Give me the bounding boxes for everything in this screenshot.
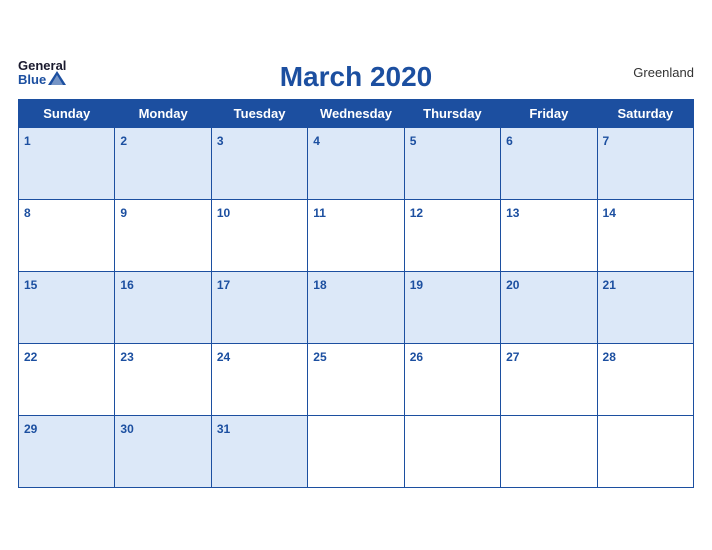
- table-row: [501, 415, 597, 487]
- day-number: 16: [120, 278, 133, 292]
- table-row: 1: [19, 127, 115, 199]
- col-friday: Friday: [501, 99, 597, 127]
- day-number: 7: [603, 134, 610, 148]
- table-row: 16: [115, 271, 211, 343]
- col-tuesday: Tuesday: [211, 99, 307, 127]
- day-number: 28: [603, 350, 616, 364]
- table-row: 23: [115, 343, 211, 415]
- day-number: 13: [506, 206, 519, 220]
- col-thursday: Thursday: [404, 99, 500, 127]
- logo-area: General Blue: [18, 59, 66, 88]
- day-number: 15: [24, 278, 37, 292]
- table-row: 26: [404, 343, 500, 415]
- table-row: 24: [211, 343, 307, 415]
- table-row: 21: [597, 271, 693, 343]
- day-number: 4: [313, 134, 320, 148]
- table-row: 27: [501, 343, 597, 415]
- table-row: 14: [597, 199, 693, 271]
- col-monday: Monday: [115, 99, 211, 127]
- day-number: 20: [506, 278, 519, 292]
- day-number: 8: [24, 206, 31, 220]
- calendar-week-row: 15 16 17 18 19 20 21: [19, 271, 694, 343]
- day-number: 9: [120, 206, 127, 220]
- day-number: 14: [603, 206, 616, 220]
- day-number: 24: [217, 350, 230, 364]
- table-row: 20: [501, 271, 597, 343]
- table-row: 9: [115, 199, 211, 271]
- day-number: 3: [217, 134, 224, 148]
- month-title: March 2020: [280, 61, 433, 93]
- table-row: 15: [19, 271, 115, 343]
- calendar-week-row: 29 30 31: [19, 415, 694, 487]
- table-row: 10: [211, 199, 307, 271]
- table-row: 22: [19, 343, 115, 415]
- table-row: 18: [308, 271, 404, 343]
- day-number: 25: [313, 350, 326, 364]
- table-row: 12: [404, 199, 500, 271]
- table-row: [308, 415, 404, 487]
- table-row: 3: [211, 127, 307, 199]
- table-row: [597, 415, 693, 487]
- weekday-header-row: Sunday Monday Tuesday Wednesday Thursday…: [19, 99, 694, 127]
- table-row: 4: [308, 127, 404, 199]
- table-row: 25: [308, 343, 404, 415]
- day-number: 21: [603, 278, 616, 292]
- day-number: 31: [217, 422, 230, 436]
- day-number: 23: [120, 350, 133, 364]
- table-row: 7: [597, 127, 693, 199]
- day-number: 19: [410, 278, 423, 292]
- day-number: 12: [410, 206, 423, 220]
- table-row: 17: [211, 271, 307, 343]
- calendar-week-row: 22 23 24 25 26 27 28: [19, 343, 694, 415]
- day-number: 26: [410, 350, 423, 364]
- day-number: 30: [120, 422, 133, 436]
- day-number: 22: [24, 350, 37, 364]
- day-number: 11: [313, 206, 326, 220]
- table-row: [404, 415, 500, 487]
- logo-text-block: General Blue: [18, 59, 66, 88]
- calendar-week-row: 1 2 3 4 5 6 7: [19, 127, 694, 199]
- table-row: 6: [501, 127, 597, 199]
- table-row: 13: [501, 199, 597, 271]
- col-sunday: Sunday: [19, 99, 115, 127]
- day-number: 6: [506, 134, 513, 148]
- table-row: 28: [597, 343, 693, 415]
- logo-blue: Blue: [18, 73, 46, 87]
- calendar-container: General Blue March 2020 Greenland Sunday…: [0, 45, 712, 506]
- calendar-week-row: 8 9 10 11 12 13 14: [19, 199, 694, 271]
- table-row: 29: [19, 415, 115, 487]
- day-number: 5: [410, 134, 417, 148]
- col-wednesday: Wednesday: [308, 99, 404, 127]
- calendar-table: Sunday Monday Tuesday Wednesday Thursday…: [18, 99, 694, 488]
- table-row: 8: [19, 199, 115, 271]
- table-row: 11: [308, 199, 404, 271]
- col-saturday: Saturday: [597, 99, 693, 127]
- logo-icon: [48, 69, 66, 87]
- region-label: Greenland: [633, 65, 694, 80]
- day-number: 2: [120, 134, 127, 148]
- day-number: 1: [24, 134, 31, 148]
- table-row: 5: [404, 127, 500, 199]
- table-row: 30: [115, 415, 211, 487]
- day-number: 29: [24, 422, 37, 436]
- day-number: 17: [217, 278, 230, 292]
- table-row: 31: [211, 415, 307, 487]
- day-number: 27: [506, 350, 519, 364]
- table-row: 19: [404, 271, 500, 343]
- table-row: 2: [115, 127, 211, 199]
- day-number: 18: [313, 278, 326, 292]
- day-number: 10: [217, 206, 230, 220]
- calendar-header: General Blue March 2020 Greenland: [18, 55, 694, 93]
